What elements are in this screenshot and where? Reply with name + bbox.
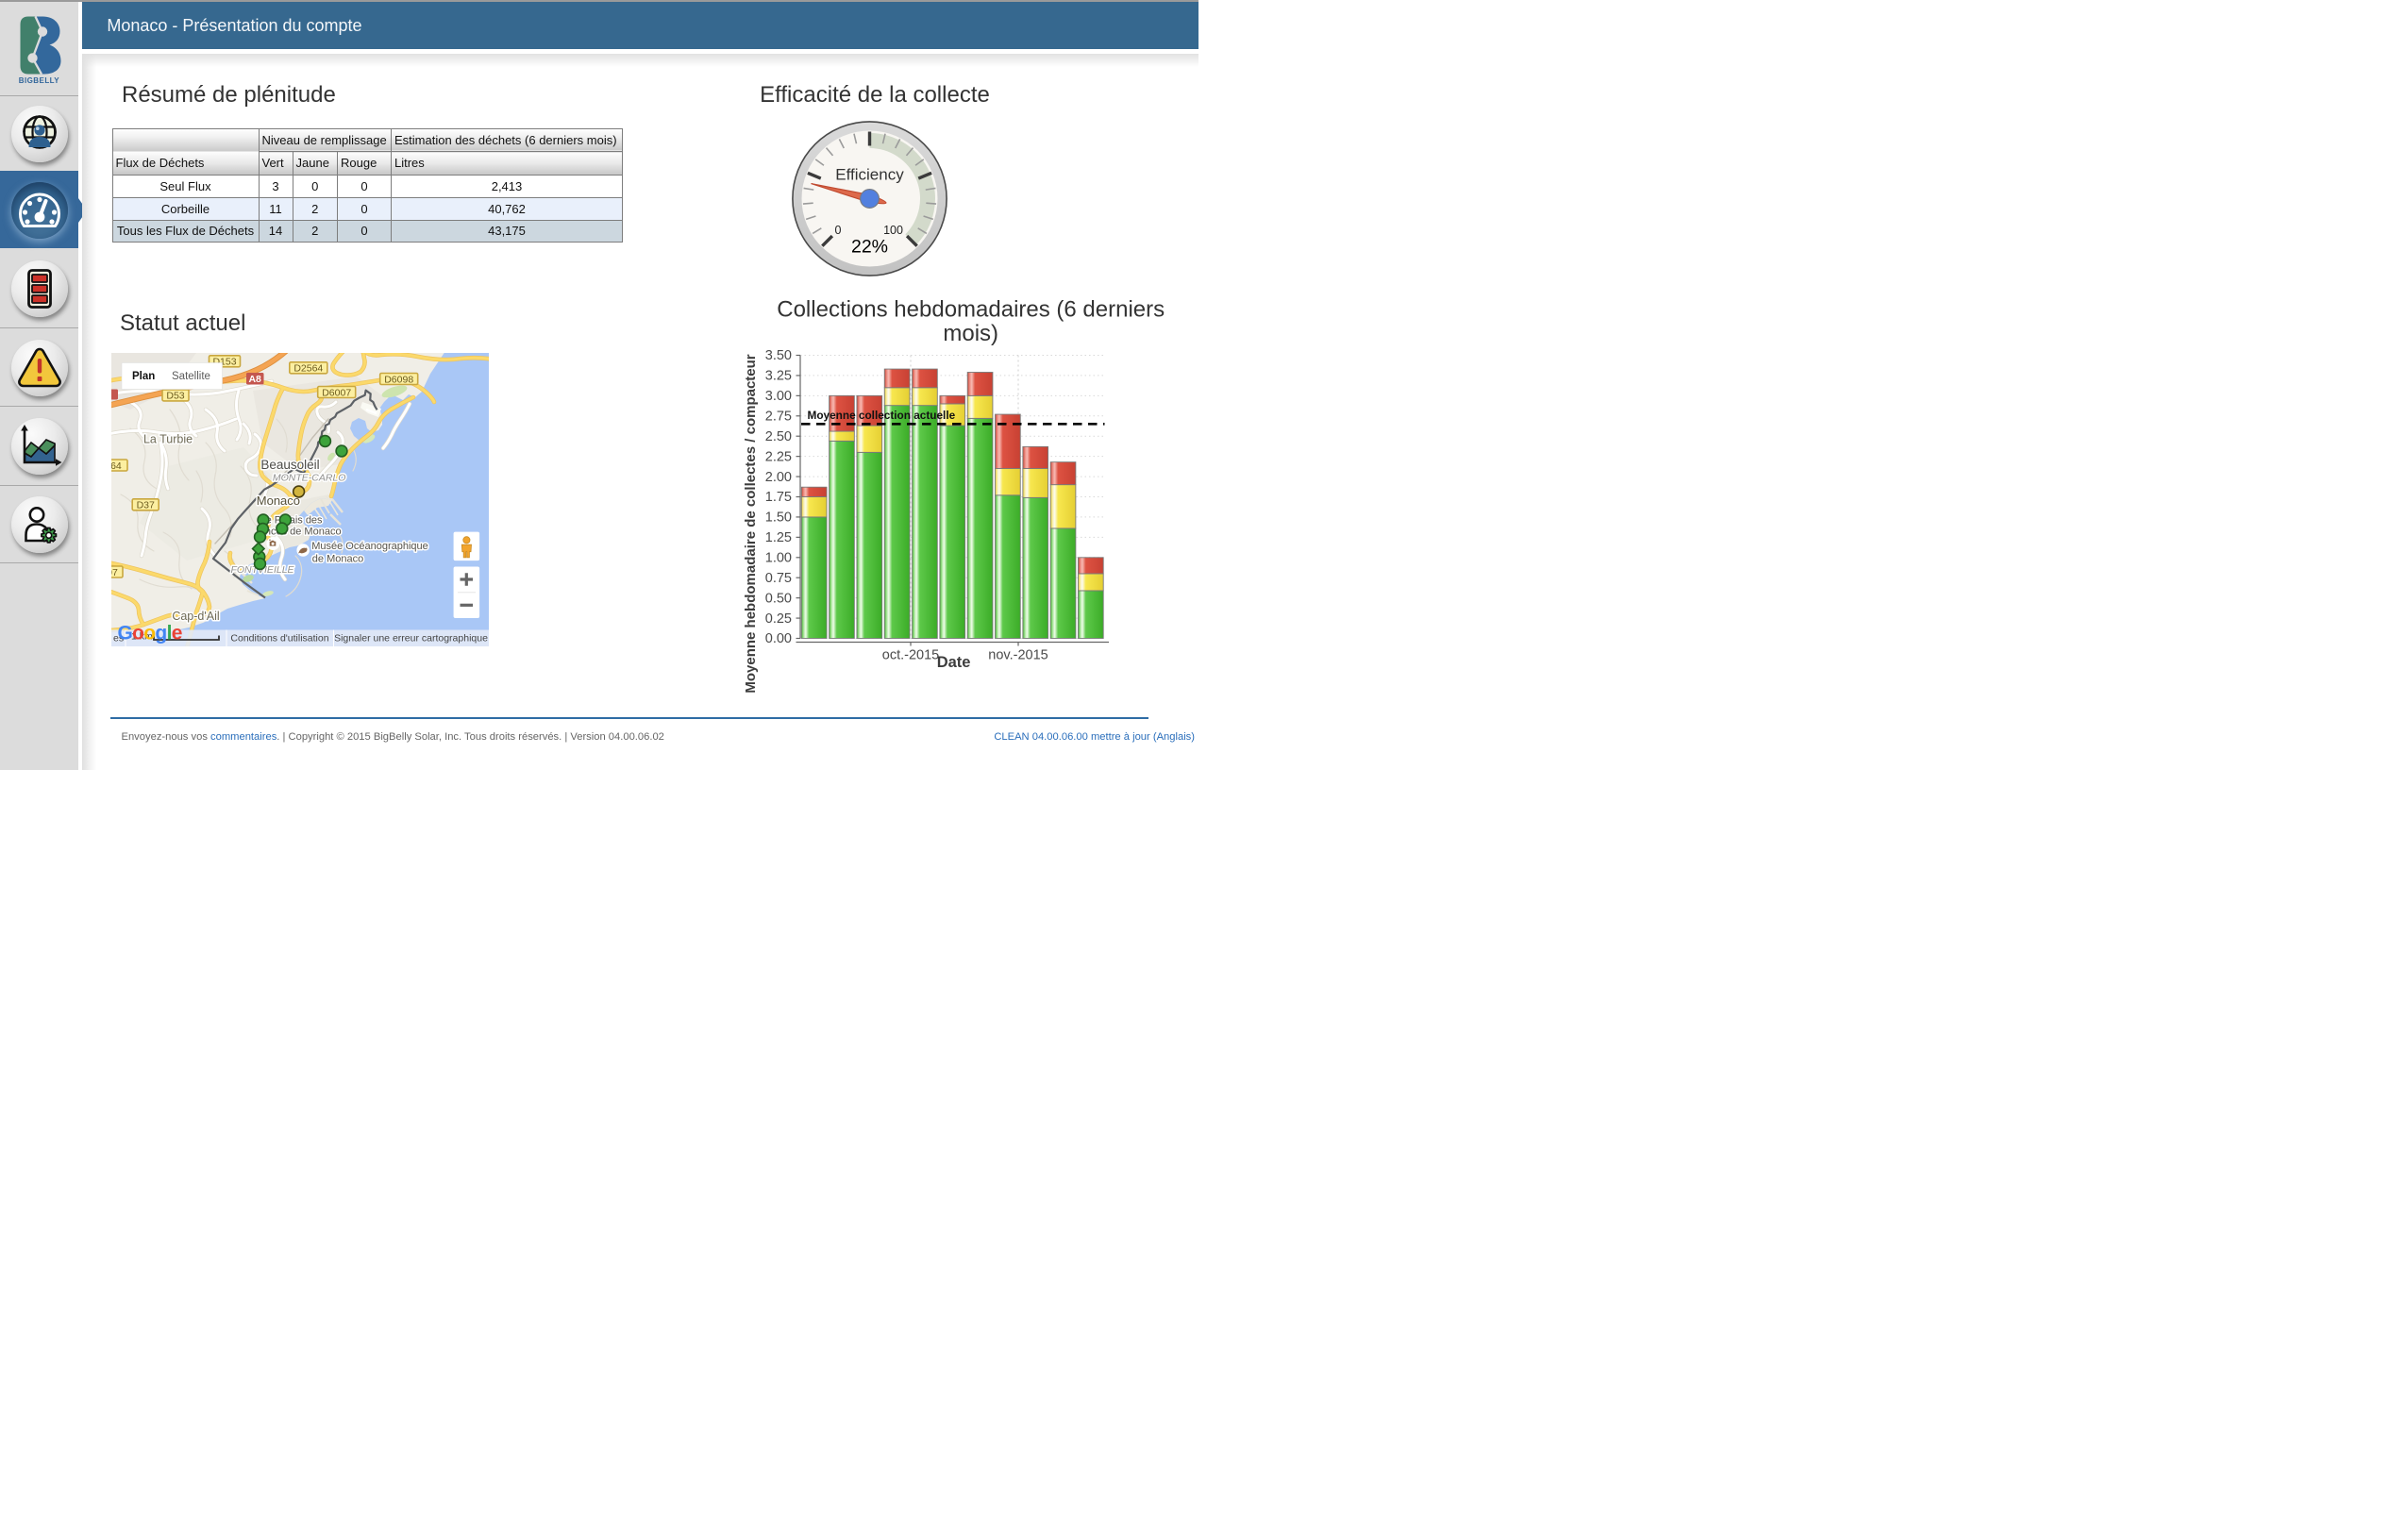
svg-text:2.50: 2.50 bbox=[765, 429, 792, 444]
svg-text:1.25: 1.25 bbox=[765, 530, 792, 545]
svg-text:Collections hebdomadaires (6 d: Collections hebdomadaires (6 derniers bbox=[777, 297, 1165, 323]
svg-text:Monaco: Monaco bbox=[257, 494, 300, 508]
svg-text:Musée Océanographique: Musée Océanographique bbox=[311, 541, 428, 552]
svg-text:Efficiency: Efficiency bbox=[835, 166, 904, 184]
svg-text:Cap-d'Ail: Cap-d'Ail bbox=[172, 610, 219, 623]
svg-text:100: 100 bbox=[883, 224, 903, 237]
svg-text:564: 564 bbox=[111, 460, 122, 471]
svg-text:1.50: 1.50 bbox=[765, 511, 792, 526]
svg-text:mois): mois) bbox=[943, 321, 998, 346]
svg-text:0.25: 0.25 bbox=[765, 611, 792, 627]
svg-text:2.25: 2.25 bbox=[765, 449, 792, 464]
svg-text:3.00: 3.00 bbox=[765, 389, 792, 404]
svg-text:oct.-2015: oct.-2015 bbox=[882, 648, 939, 663]
svg-text:nov.-2015: nov.-2015 bbox=[988, 648, 1048, 663]
svg-text:07: 07 bbox=[111, 566, 118, 578]
svg-text:Conditions d'utilisation: Conditions d'utilisation bbox=[230, 632, 328, 644]
svg-text:1.00: 1.00 bbox=[765, 550, 792, 565]
svg-text:D2564: D2564 bbox=[293, 362, 323, 374]
svg-text:Date: Date bbox=[937, 654, 971, 671]
svg-text:3.50: 3.50 bbox=[765, 348, 792, 363]
svg-text:1.75: 1.75 bbox=[765, 490, 792, 505]
svg-text:0.75: 0.75 bbox=[765, 571, 792, 586]
svg-text:inces de Monaco: inces de Monaco bbox=[262, 526, 341, 537]
svg-text:D6007: D6007 bbox=[322, 387, 351, 398]
svg-text:3.25: 3.25 bbox=[765, 369, 792, 384]
svg-text:2.75: 2.75 bbox=[765, 409, 792, 424]
svg-text:D53: D53 bbox=[166, 390, 184, 401]
svg-text:0.50: 0.50 bbox=[765, 591, 792, 606]
svg-text:Google: Google bbox=[118, 622, 182, 644]
svg-text:MONTE-CARLO: MONTE-CARLO bbox=[273, 472, 346, 483]
svg-text:Beausoleil: Beausoleil bbox=[260, 458, 319, 472]
svg-text:de Monaco: de Monaco bbox=[312, 553, 363, 564]
svg-text:Moyenne hebdomadaire de collec: Moyenne hebdomadaire de collectes / comp… bbox=[743, 354, 759, 693]
svg-text:D6098: D6098 bbox=[384, 374, 413, 385]
svg-text:A8: A8 bbox=[248, 374, 261, 385]
svg-text:La Turbie: La Turbie bbox=[143, 432, 193, 445]
svg-text:e Palais des: e Palais des bbox=[266, 514, 323, 526]
svg-text:2.00: 2.00 bbox=[765, 470, 792, 485]
svg-text:0.00: 0.00 bbox=[765, 631, 792, 646]
svg-text:Plan: Plan bbox=[132, 371, 155, 382]
svg-text:Satellite: Satellite bbox=[172, 371, 210, 382]
svg-text:Moyenne collection actuelle: Moyenne collection actuelle bbox=[808, 409, 956, 422]
svg-text:0: 0 bbox=[835, 224, 842, 237]
svg-text:D37: D37 bbox=[137, 499, 155, 511]
svg-text:22%: 22% bbox=[851, 237, 888, 258]
svg-text:Signaler une erreur cartograph: Signaler une erreur cartographique bbox=[334, 632, 488, 644]
